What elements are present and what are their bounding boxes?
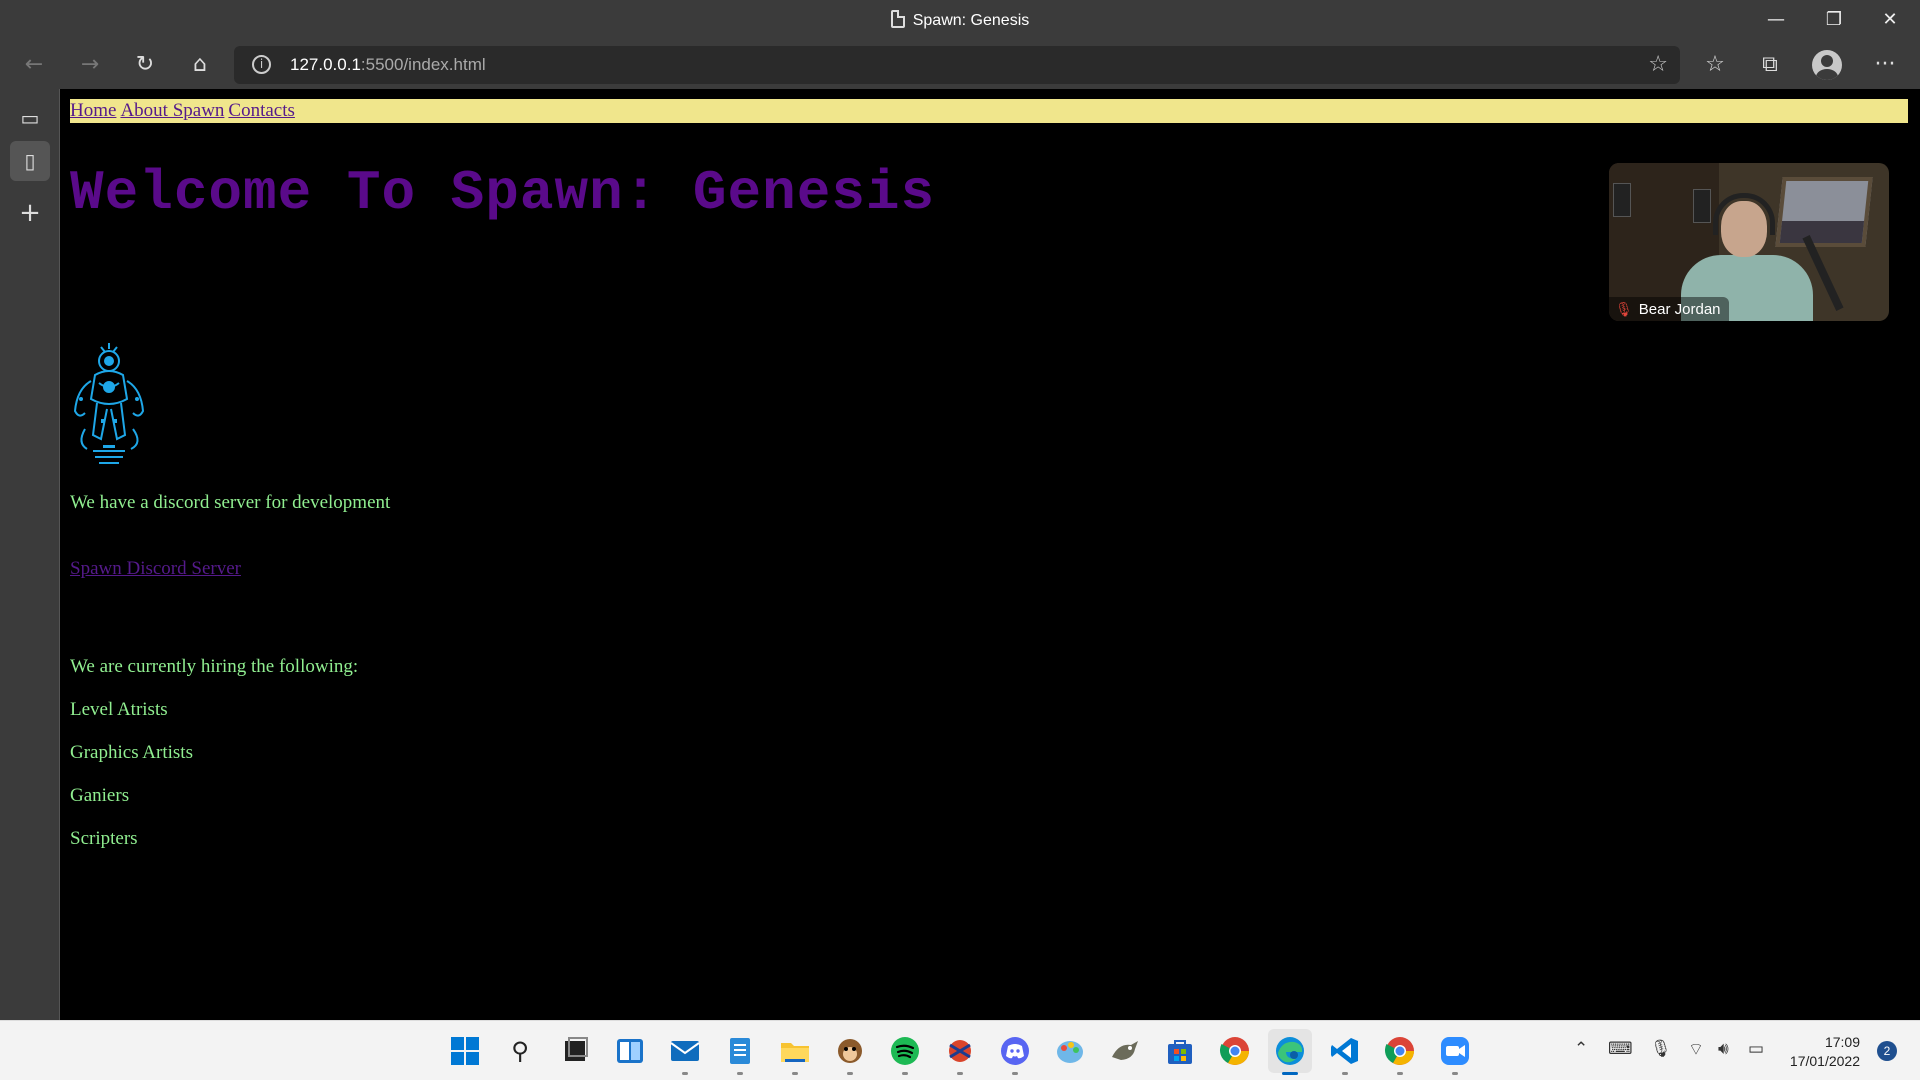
participant-name: Bear Jordan (1638, 301, 1721, 318)
notification-badge[interactable]: 2 (1877, 1041, 1897, 1061)
volume-icon[interactable]: 🔊︎ (1718, 1039, 1729, 1059)
vscode-icon[interactable] (1329, 1035, 1361, 1067)
new-tab-icon[interactable]: + (10, 193, 50, 233)
site-nav: Home About Spawn Contacts (70, 99, 1908, 123)
keyboard-icon[interactable]: ⌨ (1608, 1039, 1633, 1059)
spawn-logo (73, 343, 145, 464)
microphone-icon[interactable]: 🎙︎ (1650, 1039, 1672, 1059)
back-button[interactable]: ← (16, 49, 52, 81)
home-button[interactable]: ⌂ (182, 49, 218, 81)
participant-name-tag: 🎙︎ Bear Jordan (1609, 297, 1729, 321)
more-menu-icon[interactable]: ··· (1865, 49, 1905, 81)
chevron-up-icon[interactable]: ⌃ (1574, 1039, 1588, 1059)
minimize-button[interactable]: — (1748, 0, 1804, 41)
edge-icon[interactable] (1268, 1029, 1312, 1073)
add-favorite-icon[interactable]: ☆ (1648, 52, 1668, 77)
page-heading: Welcome To Spawn: Genesis (70, 161, 936, 225)
taskbar: ⚲ ⌃ ⌨ 🎙︎ ⌔ 🔊︎ ▭ 17:09 17/01/2022 2 (0, 1020, 1920, 1080)
nav-about-link[interactable]: About Spawn (120, 100, 224, 121)
search-icon[interactable]: ⚲ (504, 1035, 536, 1067)
mic-muted-icon: 🎙︎ (1615, 301, 1633, 317)
discord-running-indicator (1012, 1072, 1018, 1075)
nav-home-link[interactable]: Home (70, 100, 116, 121)
restore-button[interactable]: ❐ (1806, 0, 1862, 41)
game-icon[interactable] (944, 1035, 976, 1067)
discord-description: We have a discord server for development (70, 492, 391, 513)
chrome-icon-2[interactable] (1384, 1035, 1416, 1067)
discord-server-link[interactable]: Spawn Discord Server (70, 558, 241, 580)
collections-icon[interactable]: ⧉ (1750, 49, 1790, 81)
profile-avatar[interactable] (1812, 50, 1842, 80)
refresh-button[interactable]: ↻ (127, 49, 163, 81)
clock-date: 17/01/2022 (1789, 1053, 1860, 1069)
mail-icon[interactable] (669, 1035, 701, 1067)
task-view-icon[interactable] (559, 1035, 591, 1067)
video-poster (1613, 183, 1631, 217)
battery-icon[interactable]: ▭ (1748, 1039, 1764, 1059)
widgets-icon[interactable] (614, 1035, 646, 1067)
role-item: Scripters (70, 828, 138, 849)
vscode-running-indicator (1342, 1072, 1348, 1075)
active-tab-icon[interactable]: ▯ (10, 141, 50, 181)
discord-icon[interactable] (999, 1035, 1031, 1067)
clock-time: 17:09 (1824, 1034, 1860, 1050)
url-text[interactable]: 127.0.0.1:5500/index.html (290, 55, 486, 75)
video-window (1775, 177, 1873, 247)
clock[interactable]: 17:09 17/01/2022 (1780, 1033, 1860, 1071)
game-running-indicator (957, 1072, 963, 1075)
hiring-intro: We are currently hiring the following: (70, 656, 359, 677)
browser-toolbar: ← → ↻ ⌂ i 127.0.0.1:5500/index.html ☆ ☆ … (0, 41, 1920, 89)
zoom-icon[interactable] (1439, 1035, 1471, 1067)
forward-button[interactable]: → (72, 49, 108, 81)
address-bar[interactable]: i 127.0.0.1:5500/index.html ☆ (234, 46, 1680, 84)
paint-icon[interactable] (1054, 1035, 1086, 1067)
role-item: Ganiers (70, 785, 130, 806)
window-title: Spawn: Genesis (0, 10, 1920, 30)
notepad-running-indicator (737, 1072, 743, 1075)
file-explorer-icon[interactable] (779, 1035, 811, 1067)
role-item: Level Atrists (70, 699, 168, 720)
store-icon[interactable] (1164, 1035, 1196, 1067)
role-item: Graphics Artists (70, 742, 193, 763)
monkey-app-icon[interactable] (834, 1035, 866, 1067)
spotify-icon[interactable] (889, 1035, 921, 1067)
start-icon[interactable] (449, 1035, 481, 1067)
video-poster (1693, 189, 1711, 223)
nav-contacts-link[interactable]: Contacts (228, 100, 295, 121)
explorer-running-indicator (792, 1072, 798, 1075)
headphones (1713, 193, 1775, 235)
document-icon (890, 10, 905, 28)
favorites-icon[interactable]: ☆ (1695, 49, 1735, 81)
wifi-icon[interactable]: ⌔ (1688, 1039, 1704, 1060)
site-info-icon[interactable]: i (252, 55, 271, 74)
zoom-running-indicator (1452, 1072, 1458, 1075)
video-call-overlay[interactable]: 🎙︎ Bear Jordan (1609, 163, 1889, 321)
edge-active-indicator (1282, 1072, 1298, 1075)
chrome-icon[interactable] (1219, 1035, 1251, 1067)
gimp-icon[interactable] (1109, 1035, 1141, 1067)
mail-running-indicator (682, 1072, 688, 1075)
tab-actions-icon[interactable]: ▭ (10, 98, 50, 138)
spotify-running-indicator (902, 1072, 908, 1075)
monkey-running-indicator (847, 1072, 853, 1075)
title-bar: Spawn: Genesis — ❐ ✕ (0, 0, 1920, 41)
window-title-text: Spawn: Genesis (912, 12, 1030, 29)
chrome-running-indicator (1397, 1072, 1403, 1075)
vertical-tabs-sidebar: ▭ ▯ + (0, 89, 60, 1020)
close-button[interactable]: ✕ (1862, 0, 1918, 41)
notepad-icon[interactable] (724, 1035, 756, 1067)
